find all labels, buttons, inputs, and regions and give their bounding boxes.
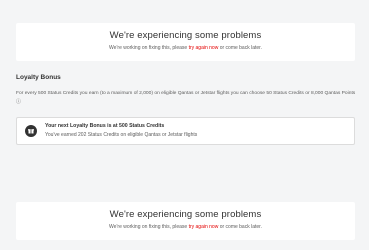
error-desc-suffix: or come back later. — [218, 45, 262, 51]
error-title: We're experiencing some problems — [109, 209, 262, 220]
error-description: We're working on fixing this, please try… — [16, 224, 355, 231]
error-description: We're working on fixing this, please try… — [16, 45, 355, 52]
loyalty-bonus-title: Loyalty Bonus — [16, 74, 61, 81]
gift-icon — [25, 125, 37, 137]
bonus-heading: Your next Loyalty Bonus is at 500 Status… — [45, 123, 165, 129]
error-desc-prefix: We're working on fixing this, please — [109, 45, 189, 51]
try-again-link[interactable]: try again now — [189, 224, 219, 230]
loyalty-bonus-card: Your next Loyalty Bonus is at 500 Status… — [16, 117, 355, 145]
error-desc-prefix: We're working on fixing this, please — [109, 224, 189, 230]
error-title: We're experiencing some problems — [109, 30, 262, 41]
error-banner-bottom: We're experiencing some problems We're w… — [16, 202, 355, 240]
error-banner-top: We're experiencing some problems We're w… — [16, 23, 355, 61]
bonus-progress-text: You've earned 202 Status Credits on elig… — [45, 132, 198, 138]
loyalty-bonus-description: For every 500 Status Credits you earn (t… — [16, 91, 356, 105]
try-again-link[interactable]: try again now — [189, 45, 219, 51]
error-desc-suffix: or come back later. — [218, 224, 262, 230]
